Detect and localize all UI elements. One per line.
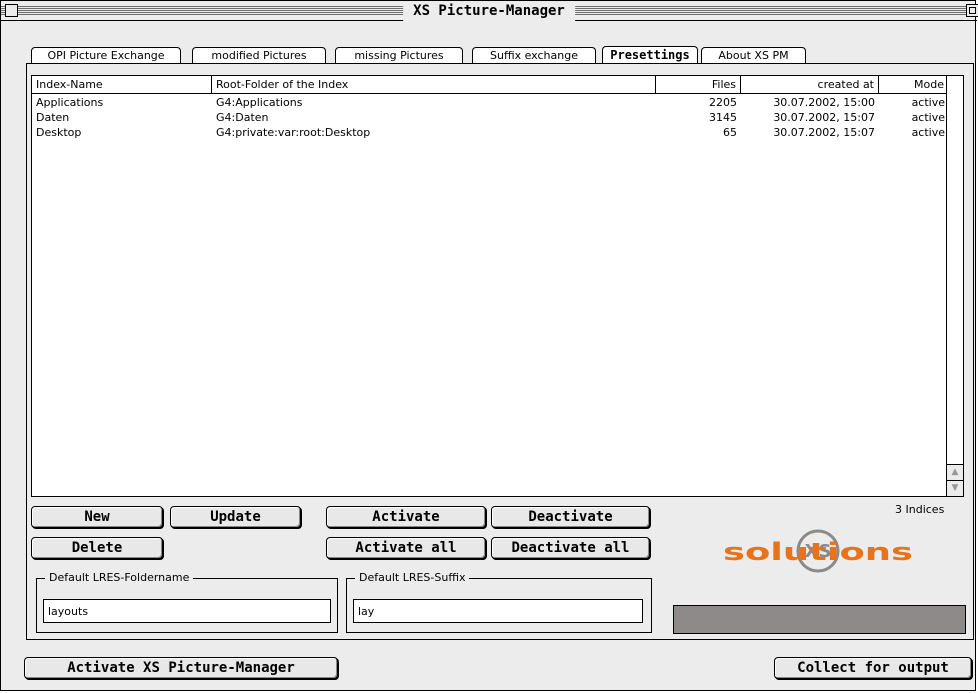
cell-index-name: Daten [36,111,70,124]
table-row[interactable]: Daten G4:Daten 3145 30.07.2002, 15:07 ac… [32,111,949,125]
collect-for-output-button[interactable]: Collect for output [774,657,972,679]
deactivate-all-button[interactable]: Deactivate all [491,537,650,559]
tab-presettings[interactable]: Presettings [602,46,698,64]
delete-button[interactable]: Delete [31,537,163,559]
lres-foldername-input[interactable] [43,599,331,623]
list-header: Index-Name Root-Folder of the Index File… [32,76,949,94]
tab-opi-picture-exchange[interactable]: OPI Picture Exchange [31,47,181,64]
default-lres-foldername-label: Default LRES-Foldername [45,571,194,584]
indices-count: 3 Indices [895,503,945,516]
cell-files: 3145 [709,111,737,124]
cell-index-name: Desktop [36,126,82,139]
cell-files: 2205 [709,96,737,109]
tab-suffix-exchange[interactable]: Suffix exchange [472,47,596,64]
default-lres-suffix-label: Default LRES-Suffix [355,571,470,584]
column-mode[interactable]: Mode [879,76,949,93]
new-button[interactable]: New [31,506,163,528]
index-list[interactable]: Index-Name Root-Folder of the Index File… [31,75,964,497]
cell-created-at: 30.07.2002, 15:07 [773,111,875,124]
cell-index-name: Applications [36,96,104,109]
deactivate-button[interactable]: Deactivate [491,506,650,528]
table-row[interactable]: Desktop G4:private:var:root:Desktop 65 3… [32,126,949,140]
cell-mode: active [911,111,945,124]
cell-mode: active [911,126,945,139]
column-files[interactable]: Files [656,76,741,93]
tab-about-xs-pm[interactable]: About XS PM [701,47,806,64]
column-created-at[interactable]: created at [741,76,879,93]
default-lres-suffix-group: Default LRES-Suffix [346,571,652,633]
activate-button[interactable]: Activate [326,506,486,528]
logo-text: solutions [723,538,913,566]
activate-all-button[interactable]: Activate all [326,537,486,559]
zoom-box[interactable] [966,4,978,17]
cell-mode: active [911,96,945,109]
window-title: XS Picture-Manager [403,1,575,21]
status-bar [673,605,966,634]
table-row[interactable]: Applications G4:Applications 2205 30.07.… [32,96,949,110]
update-button[interactable]: Update [170,506,301,528]
scroll-up-arrow-icon[interactable]: ▲ [947,464,963,480]
default-lres-foldername-group: Default LRES-Foldername [36,571,338,633]
solutions-logo: XS solutions [723,529,913,573]
activate-xs-picture-manager-button[interactable]: Activate XS Picture-Manager [24,657,338,679]
cell-files: 65 [723,126,737,139]
tab-modified-pictures[interactable]: modified Pictures [192,47,326,64]
title-bar[interactable]: XS Picture-Manager [1,1,978,21]
cell-created-at: 30.07.2002, 15:07 [773,126,875,139]
cell-created-at: 30.07.2002, 15:00 [773,96,875,109]
lres-suffix-input[interactable] [353,599,643,623]
column-index-name[interactable]: Index-Name [32,76,212,93]
cell-root-folder: G4:Daten [216,111,269,124]
tab-missing-pictures[interactable]: missing Pictures [335,47,463,64]
column-root-folder[interactable]: Root-Folder of the Index [212,76,656,93]
cell-root-folder: G4:Applications [216,96,303,109]
scroll-down-arrow-icon[interactable]: ▼ [947,480,963,496]
close-box[interactable] [5,4,18,17]
cell-root-folder: G4:private:var:root:Desktop [216,126,371,139]
list-scrollbar[interactable]: ▲ ▼ [946,76,963,496]
